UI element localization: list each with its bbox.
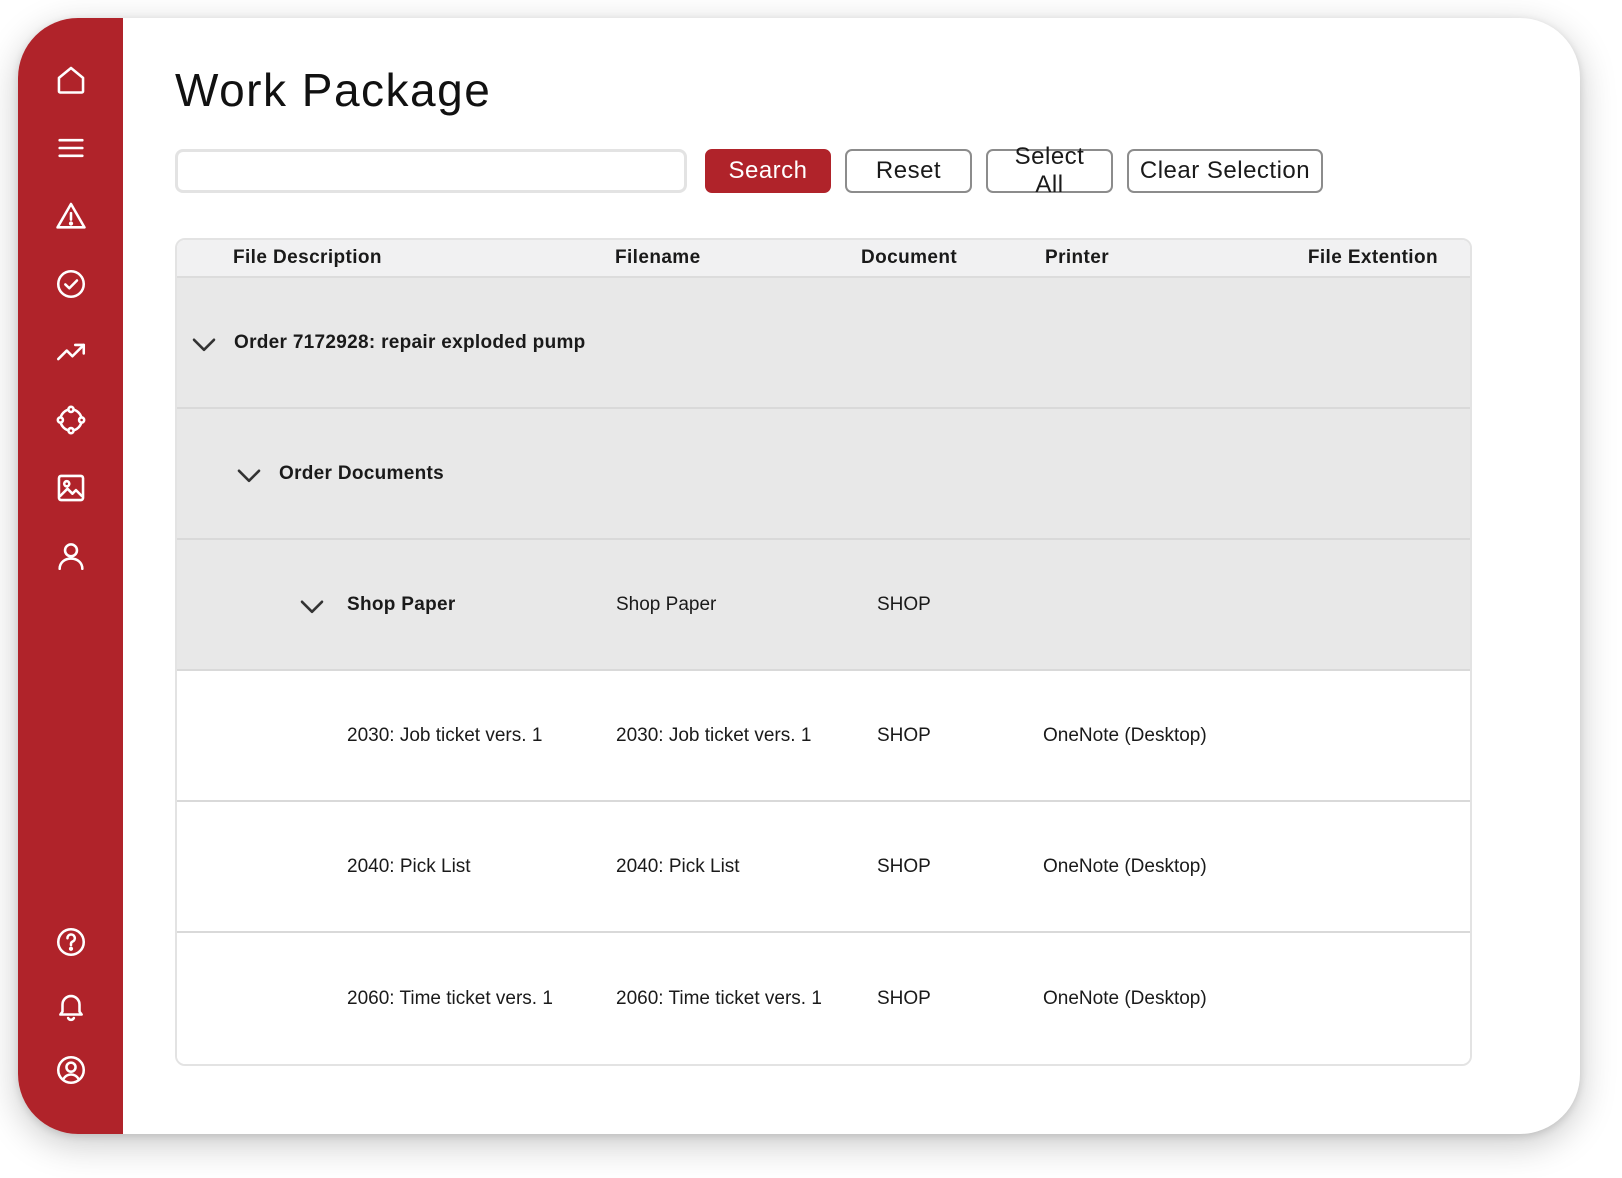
column-header-filename[interactable]: Filename (615, 247, 701, 269)
work-package-table: File Description Filename Document Print… (175, 238, 1472, 1066)
menu-icon[interactable] (51, 128, 91, 168)
table-header: File Description Filename Document Print… (177, 240, 1470, 278)
row-description: Order 7172928: repair exploded pump (234, 331, 586, 353)
check-circle-icon[interactable] (51, 264, 91, 304)
row-description: 2060: Time ticket vers. 1 (347, 987, 553, 1009)
account-icon[interactable] (51, 1050, 91, 1090)
trending-up-icon[interactable] (51, 332, 91, 372)
column-header-document[interactable]: Document (861, 247, 957, 269)
table-row-group-shop-paper[interactable]: Shop Paper Shop Paper SHOP (177, 540, 1470, 671)
user-icon[interactable] (51, 536, 91, 576)
table-row-group-order[interactable]: Order 7172928: repair exploded pump (177, 278, 1470, 409)
reset-button[interactable]: Reset (845, 149, 972, 193)
table-row[interactable]: 2060: Time ticket vers. 1 2060: Time tic… (177, 933, 1470, 1064)
row-printer: OneNote (Desktop) (1043, 724, 1207, 746)
column-header-printer[interactable]: Printer (1045, 247, 1109, 269)
search-button[interactable]: Search (705, 149, 831, 193)
chevron-down-icon[interactable] (191, 335, 217, 353)
main-content: Work Package Search Reset Select All Cle… (123, 18, 1580, 1134)
row-printer: OneNote (Desktop) (1043, 987, 1207, 1009)
row-description: Shop Paper (347, 593, 456, 615)
row-description: 2040: Pick List (347, 855, 471, 877)
search-input[interactable] (175, 149, 687, 193)
row-filename: 2060: Time ticket vers. 1 (616, 987, 822, 1009)
sidebar-nav-bottom (51, 922, 91, 1090)
network-icon[interactable] (51, 400, 91, 440)
row-description: Order Documents (279, 462, 444, 484)
column-header-file-description[interactable]: File Description (233, 247, 382, 269)
row-description: 2030: Job ticket vers. 1 (347, 724, 543, 746)
home-icon[interactable] (51, 60, 91, 100)
row-document: SHOP (877, 987, 931, 1009)
row-filename: 2030: Job ticket vers. 1 (616, 724, 812, 746)
sidebar-nav-top (51, 60, 91, 576)
clear-selection-button[interactable]: Clear Selection (1127, 149, 1323, 193)
row-filename: 2040: Pick List (616, 855, 740, 877)
page-title: Work Package (175, 64, 492, 116)
select-all-button[interactable]: Select All (986, 143, 1113, 198)
bell-icon[interactable] (51, 986, 91, 1026)
chevron-down-icon[interactable] (299, 597, 325, 615)
toolbar: Search Reset Select All Clear Selection (175, 143, 1518, 198)
help-icon[interactable] (51, 922, 91, 962)
column-header-file-extension[interactable]: File Extention (1308, 247, 1438, 269)
row-document: SHOP (877, 855, 931, 877)
app-window: Work Package Search Reset Select All Cle… (18, 18, 1580, 1134)
table-row-group-order-documents[interactable]: Order Documents (177, 409, 1470, 540)
sidebar (18, 18, 123, 1134)
table-row[interactable]: 2030: Job ticket vers. 1 2030: Job ticke… (177, 671, 1470, 802)
row-printer: OneNote (Desktop) (1043, 855, 1207, 877)
row-filename: Shop Paper (616, 593, 717, 615)
image-icon[interactable] (51, 468, 91, 508)
chevron-down-icon[interactable] (236, 466, 262, 484)
warning-icon[interactable] (51, 196, 91, 236)
row-document: SHOP (877, 593, 931, 615)
table-row[interactable]: 2040: Pick List 2040: Pick List SHOP One… (177, 802, 1470, 933)
row-document: SHOP (877, 724, 931, 746)
